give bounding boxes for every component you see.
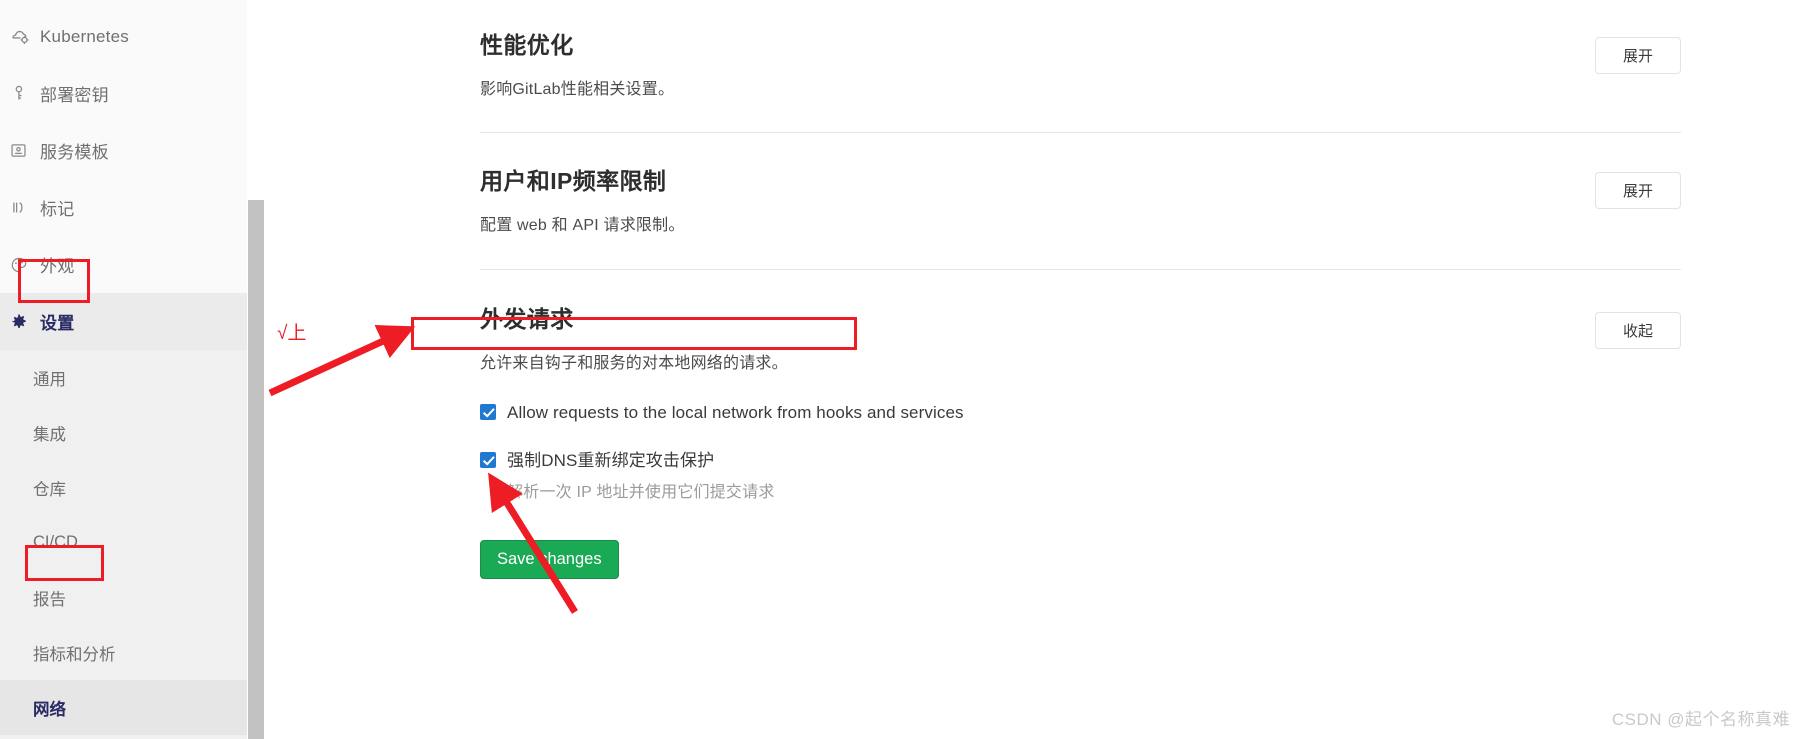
dns-rebinding-checkbox[interactable] [480,452,496,468]
sidebar-scrollbar-thumb[interactable] [248,200,264,739]
template-icon [10,142,40,159]
sidebar-item-cicd[interactable]: CI/CD [0,515,247,570]
sidebar-subitem-label: CI/CD [33,533,78,551]
section-description: 影响GitLab性能相关设置。 [480,81,675,98]
sidebar-item-preferences[interactable]: 偏好设置 [0,735,247,739]
expand-button-rate-limits[interactable]: 展开 [1595,172,1681,209]
sidebar-subitem-label: 通用 [33,370,66,389]
sidebar-item-label: Kubernetes [40,26,129,46]
section-title: 用户和IP频率限制 [480,168,667,194]
dns-rebinding-help-text: 解析一次 IP 地址并使用它们提交请求 [507,484,775,501]
section-outbound-requests: 外发请求 允许来自钩子和服务的对本地网络的请求。 收起 [265,270,1804,373]
collapse-button-outbound[interactable]: 收起 [1595,312,1681,349]
sidebar-item-deploy-keys[interactable]: 部署密钥 [0,65,247,122]
checkbox-row-dns-rebinding[interactable]: 强制DNS重新绑定攻击保护 [480,452,1804,470]
sidebar-item-label: 服务模板 [40,143,109,162]
section-description: 配置 web 和 API 请求限制。 [480,217,685,234]
section-performance-optimization: 性能优化 影响GitLab性能相关设置。 展开 [265,0,1804,99]
sidebar-item-network[interactable]: 网络 [0,680,247,735]
sidebar-item-repository[interactable]: 仓库 [0,460,247,515]
sidebar-item-integrations[interactable]: 集成 [0,405,247,460]
sidebar-item-general[interactable]: 通用 [0,350,247,405]
sidebar-item-settings[interactable]: 设置 [0,293,247,350]
save-changes-button[interactable]: Save changes [480,540,619,579]
sidebar-subitem-label: 报告 [33,590,66,609]
main-content: 性能优化 影响GitLab性能相关设置。 展开 用户和IP频率限制 配置 web… [265,0,1804,739]
allow-local-network-checkbox[interactable] [480,404,496,420]
kubernetes-icon [10,27,40,46]
section-title: 外发请求 [480,306,574,332]
sidebar-subitem-label: 集成 [33,425,66,444]
key-icon [10,85,40,102]
sidebar-item-label: 外观 [40,257,75,276]
sidebar: Kubernetes 部署密钥 服务模板 标记 外观 设置 通用 集成 仓库 C… [0,0,247,739]
sidebar-subitem-label: 仓库 [33,480,66,499]
app-root: Kubernetes 部署密钥 服务模板 标记 外观 设置 通用 集成 仓库 C… [0,0,1804,739]
sidebar-subitem-label: 网络 [33,700,66,719]
sidebar-subitem-label: 指标和分析 [33,645,116,664]
section-title: 性能优化 [480,32,574,58]
palette-icon [10,256,40,274]
sidebar-primary-nav: Kubernetes 部署密钥 服务模板 标记 外观 设置 [0,0,247,350]
tag-icon [10,199,40,216]
expand-button-performance[interactable]: 展开 [1595,37,1681,74]
sidebar-item-appearance[interactable]: 外观 [0,236,247,293]
section-description: 允许来自钩子和服务的对本地网络的请求。 [480,355,788,372]
sidebar-item-reporting[interactable]: 报告 [0,570,247,625]
dns-rebinding-label[interactable]: 强制DNS重新绑定攻击保护 [507,452,714,470]
sidebar-item-kubernetes[interactable]: Kubernetes [0,8,247,65]
csdn-watermark: CSDN @起个名称真难 [1611,710,1790,729]
sidebar-item-service-templates[interactable]: 服务模板 [0,122,247,179]
gear-icon [10,313,40,331]
sidebar-item-label: 设置 [40,314,75,333]
allow-local-network-label[interactable]: Allow requests to the local network from… [507,404,964,422]
sidebar-secondary-nav: 通用 集成 仓库 CI/CD 报告 指标和分析 网络 偏好设置 [0,350,247,739]
sidebar-item-metrics[interactable]: 指标和分析 [0,625,247,680]
checkbox-row-allow-local-network[interactable]: Allow requests to the local network from… [480,404,1804,422]
sidebar-item-tags[interactable]: 标记 [0,179,247,236]
sidebar-item-label: 标记 [40,200,75,219]
section-user-ip-rate-limits: 用户和IP频率限制 配置 web 和 API 请求限制。 展开 [265,133,1804,235]
sidebar-item-label: 部署密钥 [40,86,109,105]
